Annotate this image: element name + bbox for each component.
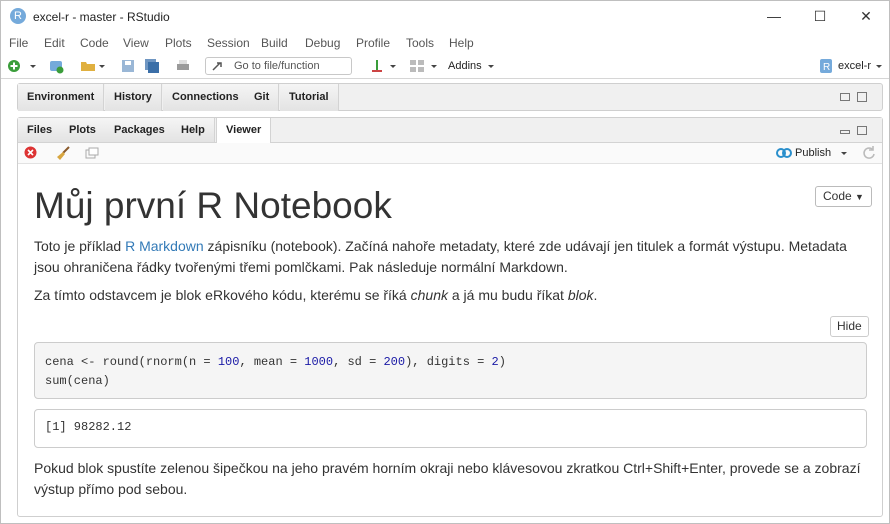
chevron-down-icon[interactable] [875, 58, 883, 74]
chevron-down-icon[interactable] [389, 58, 397, 74]
menu-plots[interactable]: Plots [165, 36, 192, 50]
menu-profile[interactable]: Profile [356, 36, 390, 50]
chunk-paragraph: Za tímto odstavcem je blok eRkového kódu… [34, 285, 869, 306]
rstudio-window: R excel-r - master - RStudio — ☐ ✕ File … [0, 0, 890, 524]
tab-history[interactable]: History [105, 84, 162, 111]
window-title: excel-r - master - RStudio [33, 10, 170, 24]
notebook-title: Můj první R Notebook [34, 185, 392, 226]
rstudio-logo-icon: R [10, 8, 26, 24]
code-number: 1000 [304, 355, 334, 369]
minimize-pane-icon[interactable] [840, 130, 850, 134]
para2-em-chunk: chunk [410, 287, 448, 303]
menu-tools[interactable]: Tools [406, 36, 434, 50]
menu-help[interactable]: Help [449, 36, 474, 50]
publish-button[interactable]: Publish [795, 147, 831, 159]
maximize-pane-icon[interactable] [857, 92, 867, 102]
code-chunk: cena <- round(rnorm(n = 100, mean = 1000… [34, 342, 867, 399]
close-button[interactable]: ✕ [843, 1, 889, 32]
chevron-down-icon[interactable] [487, 58, 495, 74]
tab-connections[interactable]: Connections [163, 84, 249, 111]
code-text: , sd = [333, 355, 384, 369]
menu-code[interactable]: Code [80, 36, 109, 50]
code-text: , mean = [239, 355, 305, 369]
code-line-1: cena <- round(rnorm(n = 100, mean = 1000… [45, 353, 856, 372]
menu-view[interactable]: View [123, 36, 149, 50]
para2-text-b: a já mu budu říkat [447, 287, 568, 303]
files-pane: Files Plots Packages Help Viewer Publish… [17, 117, 883, 517]
menu-file[interactable]: File [9, 36, 28, 50]
chevron-down-icon[interactable] [29, 58, 37, 74]
files-pane-tabbar: Files Plots Packages Help Viewer [18, 118, 882, 143]
para2-text-c: . [593, 287, 598, 303]
chevron-down-icon[interactable] [840, 145, 848, 161]
goto-file-input[interactable]: Go to file/function [205, 57, 352, 75]
chunk-output: [1] 98282.12 [34, 409, 867, 448]
caret-down-icon: ▼ [855, 192, 864, 202]
svg-text:R: R [823, 62, 830, 73]
tab-plots[interactable]: Plots [60, 118, 106, 142]
menu-bar: File Edit Code View Plots Session Build … [1, 32, 889, 54]
code-number: 100 [217, 355, 240, 369]
goto-placeholder: Go to file/function [234, 60, 320, 72]
intro-paragraph: Toto je příklad R Markdown zápisníku (no… [34, 236, 869, 278]
minimize-button[interactable]: — [751, 1, 797, 32]
tab-git[interactable]: Git [245, 84, 280, 111]
project-menu[interactable]: excel-r [838, 60, 871, 72]
chevron-down-icon[interactable] [430, 58, 438, 74]
save-icon[interactable] [120, 58, 136, 74]
main-toolbar: Go to file/function Addins R excel-r [1, 54, 889, 79]
clear-viewer-icon[interactable] [24, 146, 37, 159]
code-text: ), digits = [405, 355, 492, 369]
code-text: cena <- round(rnorm(n = [45, 355, 218, 369]
r-markdown-link[interactable]: R Markdown [125, 238, 204, 254]
menu-edit[interactable]: Edit [44, 36, 65, 50]
code-button-label: Code [823, 189, 852, 203]
tab-tutorial[interactable]: Tutorial [280, 84, 339, 111]
para2-em-blok: blok [567, 287, 594, 303]
broom-icon[interactable] [56, 146, 71, 161]
menu-session[interactable]: Session [207, 36, 250, 50]
tab-help[interactable]: Help [172, 118, 215, 142]
code-text: ) [498, 355, 506, 369]
tab-viewer[interactable]: Viewer [216, 118, 272, 143]
r-project-icon: R [820, 59, 832, 73]
chevron-down-icon[interactable] [98, 58, 106, 74]
menu-debug[interactable]: Debug [305, 36, 340, 50]
tab-environment[interactable]: Environment [18, 84, 105, 111]
publish-icon[interactable] [776, 147, 792, 159]
open-folder-icon[interactable] [80, 58, 96, 74]
new-project-icon[interactable] [48, 58, 64, 74]
minimize-pane-icon[interactable] [840, 93, 850, 101]
title-bar: R excel-r - master - RStudio — ☐ ✕ [1, 1, 889, 32]
code-line-2: sum(cena) [45, 374, 110, 388]
environment-pane: Environment History Connections Git Tuto… [17, 83, 883, 111]
knit-icon[interactable] [369, 58, 385, 74]
code-number: 200 [383, 355, 406, 369]
popout-window-icon[interactable] [85, 147, 99, 159]
maximize-button[interactable]: ☐ [797, 1, 843, 32]
refresh-icon[interactable] [861, 145, 877, 161]
arrow-right-icon [212, 62, 222, 71]
print-icon[interactable] [175, 58, 191, 74]
save-all-icon[interactable] [144, 58, 160, 74]
menu-build[interactable]: Build [261, 36, 288, 50]
viewer-content: Můj první R Notebook Code ▼ Toto je přík… [18, 165, 882, 516]
tab-files[interactable]: Files [18, 118, 63, 142]
tab-packages[interactable]: Packages [105, 118, 175, 142]
code-dropdown-button[interactable]: Code ▼ [815, 186, 872, 207]
layout-grid-icon[interactable] [409, 58, 425, 74]
hide-code-button[interactable]: Hide [830, 316, 869, 337]
para1-text-a: Toto je příklad [34, 238, 126, 254]
restore-pane-icon[interactable] [857, 126, 867, 135]
code-number: 2 [491, 355, 499, 369]
run-paragraph: Pokud blok spustíte zelenou šipečkou na … [34, 460, 861, 497]
new-file-icon[interactable] [6, 58, 22, 74]
addins-menu[interactable]: Addins [448, 60, 482, 72]
viewer-toolbar: Publish [18, 143, 882, 164]
para2-text-a: Za tímto odstavcem je blok eRkového kódu… [34, 287, 411, 303]
